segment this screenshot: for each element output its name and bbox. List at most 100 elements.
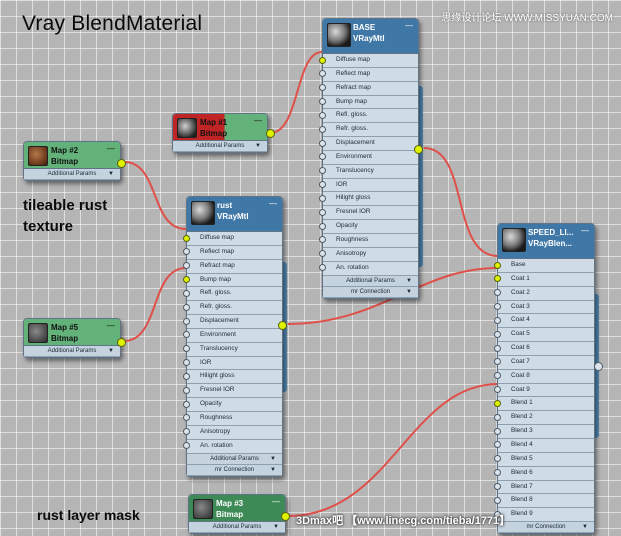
input-socket-icon[interactable] [319,250,326,258]
minimize-icon[interactable]: — [272,497,280,506]
blend-output-socket[interactable] [594,362,603,371]
rust-slot[interactable]: Diffuse map [183,232,282,246]
rust-mr-connection[interactable]: mr Connection ▼ [187,464,282,476]
rust-slot[interactable]: Roughness [183,411,282,426]
input-socket-icon[interactable] [319,139,326,147]
base-slot[interactable]: Displacement [319,137,418,151]
input-socket-icon[interactable] [183,400,190,408]
input-socket-icon[interactable] [319,125,326,133]
blend-slot[interactable]: Blend 3 [494,425,594,439]
map3-additional-params[interactable]: Additional Params ▼ [189,522,285,533]
map2-output-socket[interactable] [117,159,126,168]
map3-node-header[interactable]: Map #3 Bitmap — [189,495,285,522]
base-slot[interactable]: Bump map [319,95,418,110]
base-output-socket[interactable] [414,145,423,154]
input-socket-icon[interactable] [494,303,501,311]
rust-slot[interactable]: Opacity [183,398,282,412]
rust-slot[interactable]: Fresnel IOR [183,384,282,399]
rust-slot[interactable]: Environment [183,328,282,343]
base-slot[interactable]: Hilight gloss [319,192,418,207]
input-socket-icon[interactable] [319,236,326,244]
input-socket-icon[interactable] [494,413,501,421]
map1-bitmap-node[interactable]: Map #1 Bitmap — Additional Params ▼ [172,113,275,153]
map2-node-header[interactable]: Map #2 Bitmap — [24,142,120,169]
minimize-icon[interactable]: — [405,21,413,30]
input-socket-icon[interactable] [319,181,326,189]
rust-output-socket[interactable] [278,321,287,330]
input-socket-icon[interactable] [494,483,501,490]
minimize-icon[interactable]: — [269,199,277,208]
base-slot[interactable]: Reflect map [319,67,418,82]
map2-bitmap-node[interactable]: Map #2 Bitmap — Additional Params ▼ [23,141,126,181]
base-additional-params[interactable]: Additional Params ▼ [323,275,418,287]
input-socket-icon[interactable] [319,208,326,216]
map5-output-socket[interactable] [117,338,126,347]
input-socket-icon[interactable] [494,275,501,283]
rust-slot[interactable]: An. rotation [183,439,282,454]
input-socket-icon[interactable] [319,222,326,230]
blend-mr-connection[interactable]: mr Connection ▼ [498,522,594,534]
rust-slot[interactable]: Bump map [183,273,282,288]
input-socket-icon[interactable] [183,442,190,450]
rust-slot[interactable]: Refract map [183,259,282,274]
input-socket-icon[interactable] [183,234,190,242]
blend-slot[interactable]: Coat 5 [494,328,594,343]
blend-slot[interactable]: Blend 9 [494,508,594,523]
blend-node-header[interactable]: SPEED_LI... VRayBlen... — [498,224,594,259]
blend-slot[interactable]: Blend 8 [494,494,594,509]
rust-slot[interactable]: Anisotropy [183,425,282,440]
map1-output-socket[interactable] [266,129,275,138]
blend-slot[interactable]: Coat 7 [494,355,594,370]
base-slot[interactable]: Refract map [319,81,418,96]
map1-node-header[interactable]: Map #1 Bitmap — [173,114,267,141]
blend-slot[interactable]: Blend 4 [494,438,594,453]
blend-slot[interactable]: Blend 6 [494,466,594,481]
map3-output-socket[interactable] [281,512,290,521]
input-socket-icon[interactable] [494,455,501,463]
blend-slot[interactable]: Coat 8 [494,369,594,384]
base-slot[interactable]: Diffuse map [319,54,418,68]
base-material-node[interactable]: BASE VRayMtl — Diffuse map Reflect map Ref… [319,18,423,299]
minimize-icon[interactable]: — [254,116,262,125]
base-slot[interactable]: Translucency [319,164,418,179]
input-socket-icon[interactable] [494,289,501,297]
base-slot[interactable]: Environment [319,150,418,165]
base-node-header[interactable]: BASE VRayMtl — [323,19,418,54]
input-socket-icon[interactable] [319,70,326,78]
minimize-icon[interactable]: — [581,226,589,235]
blend-slot[interactable]: Blend 1 [494,397,594,412]
blend-slot[interactable]: Base [494,259,594,273]
blend-slot[interactable]: Coat 6 [494,342,594,356]
blend-material-node[interactable]: SPEED_LI... VRayBlen... — Base Coat 1 Coat… [494,223,603,535]
base-slot[interactable]: An. rotation [319,261,418,276]
input-socket-icon[interactable] [183,428,190,436]
blend-slot[interactable]: Coat 1 [494,272,594,287]
base-slot[interactable]: Refl. gloss. [319,109,418,124]
minimize-icon[interactable]: — [107,321,115,330]
input-socket-icon[interactable] [494,386,501,394]
rust-node-header[interactable]: rust VRayMtl — [187,197,282,232]
input-socket-icon[interactable] [494,358,501,366]
input-socket-icon[interactable] [494,427,501,435]
base-slot[interactable]: Anisotropy [319,247,418,262]
rust-additional-params[interactable]: Additional Params ▼ [187,453,282,465]
map3-bitmap-node[interactable]: Map #3 Bitmap — Additional Params ▼ [188,494,290,534]
input-socket-icon[interactable] [183,372,190,380]
input-socket-icon[interactable] [183,386,190,394]
blend-slot[interactable]: Blend 5 [494,452,594,467]
input-socket-icon[interactable] [494,399,501,407]
input-socket-icon[interactable] [319,111,326,119]
base-slot[interactable]: IOR [319,178,418,193]
input-socket-icon[interactable] [319,167,326,175]
blend-slot[interactable]: Coat 3 [494,300,594,315]
input-socket-icon[interactable] [494,469,501,477]
rust-slot[interactable]: Reflect map [183,245,282,260]
blend-slot[interactable]: Coat 2 [494,286,594,301]
map2-additional-params[interactable]: Additional Params ▼ [24,169,120,180]
input-socket-icon[interactable] [494,441,501,449]
blend-slot[interactable]: Coat 9 [494,383,594,398]
rust-slot[interactable]: Translucency [183,342,282,357]
input-socket-icon[interactable] [319,194,326,202]
rust-slot[interactable]: IOR [183,356,282,371]
rust-slot[interactable]: Hilight gloss [183,370,282,385]
